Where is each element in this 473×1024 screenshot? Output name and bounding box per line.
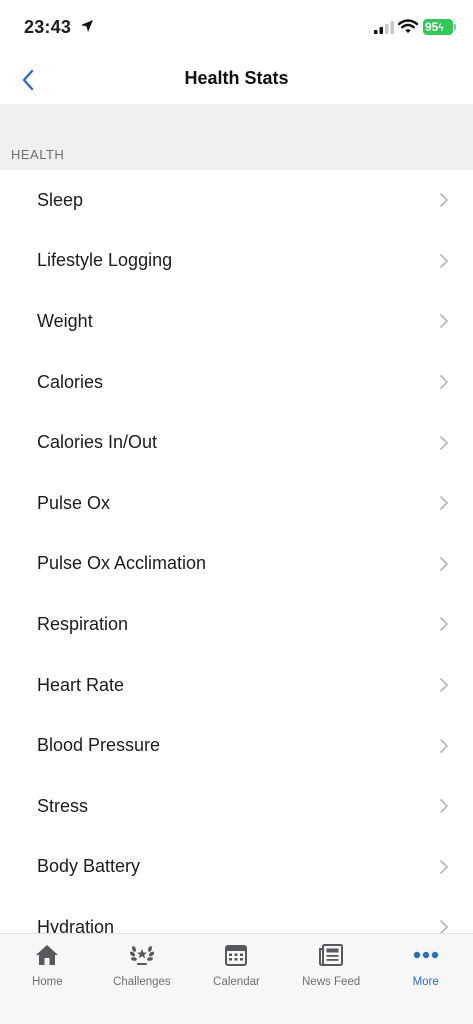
chevron-right-icon [440,859,449,874]
tab-news-feed[interactable]: News Feed [284,934,379,994]
list-item-stress[interactable]: Stress [0,776,473,837]
page-title: Health Stats [184,68,289,88]
list-item-weight[interactable]: Weight [0,291,473,352]
chevron-right-icon [440,193,449,208]
list-item-calories[interactable]: Calories [0,352,473,413]
list-item-lifestyle-logging[interactable]: Lifestyle Logging [0,231,473,292]
list-item-label: Body Battery [37,856,141,877]
chevron-right-icon [440,617,449,632]
tab-label: News Feed [302,976,361,988]
laurel-icon [129,942,155,968]
battery-level: 95 [425,20,439,34]
list-item-label: Calories In/Out [37,432,158,453]
location-arrow-icon [80,19,94,38]
status-bar: 23:43 95ϟ [0,0,473,56]
list-item-body-battery[interactable]: Body Battery [0,837,473,898]
chevron-right-icon [440,799,449,814]
tab-bar: Home Challenges Calendar News Feed More [0,933,473,1024]
chevron-right-icon [440,496,449,511]
tab-calendar[interactable]: Calendar [189,934,284,994]
tab-label: Calendar [213,976,260,988]
tab-label: Challenges [113,976,171,988]
chevron-right-icon [440,920,449,933]
chevron-right-icon [440,314,449,329]
newspaper-icon [319,942,344,968]
more-dots-icon [413,942,439,968]
list-item-label: Sleep [37,189,84,210]
tab-challenges[interactable]: Challenges [95,934,190,994]
wifi-icon [397,19,419,39]
status-time: 23:43 [24,17,72,37]
battery-indicator: 95ϟ [423,19,456,35]
chevron-right-icon [440,738,449,753]
charging-bolt-icon: ϟ [438,23,444,34]
list-item-label: Pulse Ox Acclimation [37,553,207,574]
chevron-right-icon [440,375,449,389]
list-item-blood-pressure[interactable]: Blood Pressure [0,715,473,776]
list-item-label: Pulse Ox [37,492,111,513]
list-item-heart-rate[interactable]: Heart Rate [0,655,473,716]
list-item-label: Blood Pressure [37,735,161,756]
list-item-sleep[interactable]: Sleep [0,170,473,231]
tab-label: Home [31,976,63,988]
list-item-hydration[interactable]: Hydration [0,897,473,933]
list-item-pulse-ox-acclimation[interactable]: Pulse Ox Acclimation [0,534,473,595]
navigation-bar: Health Stats [0,56,473,104]
chevron-right-icon [440,678,449,692]
list-item-label: Hydration [37,916,115,933]
section-label: HEALTH [11,147,65,162]
list-item-pulse-ox[interactable]: Pulse Ox [0,473,473,534]
cellular-signal-icon [374,21,394,39]
tab-more[interactable]: More [378,934,473,994]
chevron-right-icon [440,435,449,450]
list-item-label: Respiration [37,613,129,634]
list-item-label: Lifestyle Logging [37,250,173,271]
list-item-label: Weight [37,310,93,331]
list-item-label: Calories [37,371,104,392]
chevron-right-icon [440,253,449,268]
list-item-respiration[interactable]: Respiration [0,594,473,655]
tab-label: More [412,976,439,988]
tab-home[interactable]: Home [0,934,95,994]
health-stats-list: Sleep Lifestyle Logging Weight Calories … [0,170,473,933]
calendar-icon [225,942,248,968]
home-icon [35,942,59,968]
list-item-label: Heart Rate [37,674,125,695]
chevron-right-icon [440,556,449,571]
section-header: HEALTH [0,104,473,170]
list-item-calories-in-out[interactable]: Calories In/Out [0,412,473,473]
list-item-label: Stress [37,795,89,816]
